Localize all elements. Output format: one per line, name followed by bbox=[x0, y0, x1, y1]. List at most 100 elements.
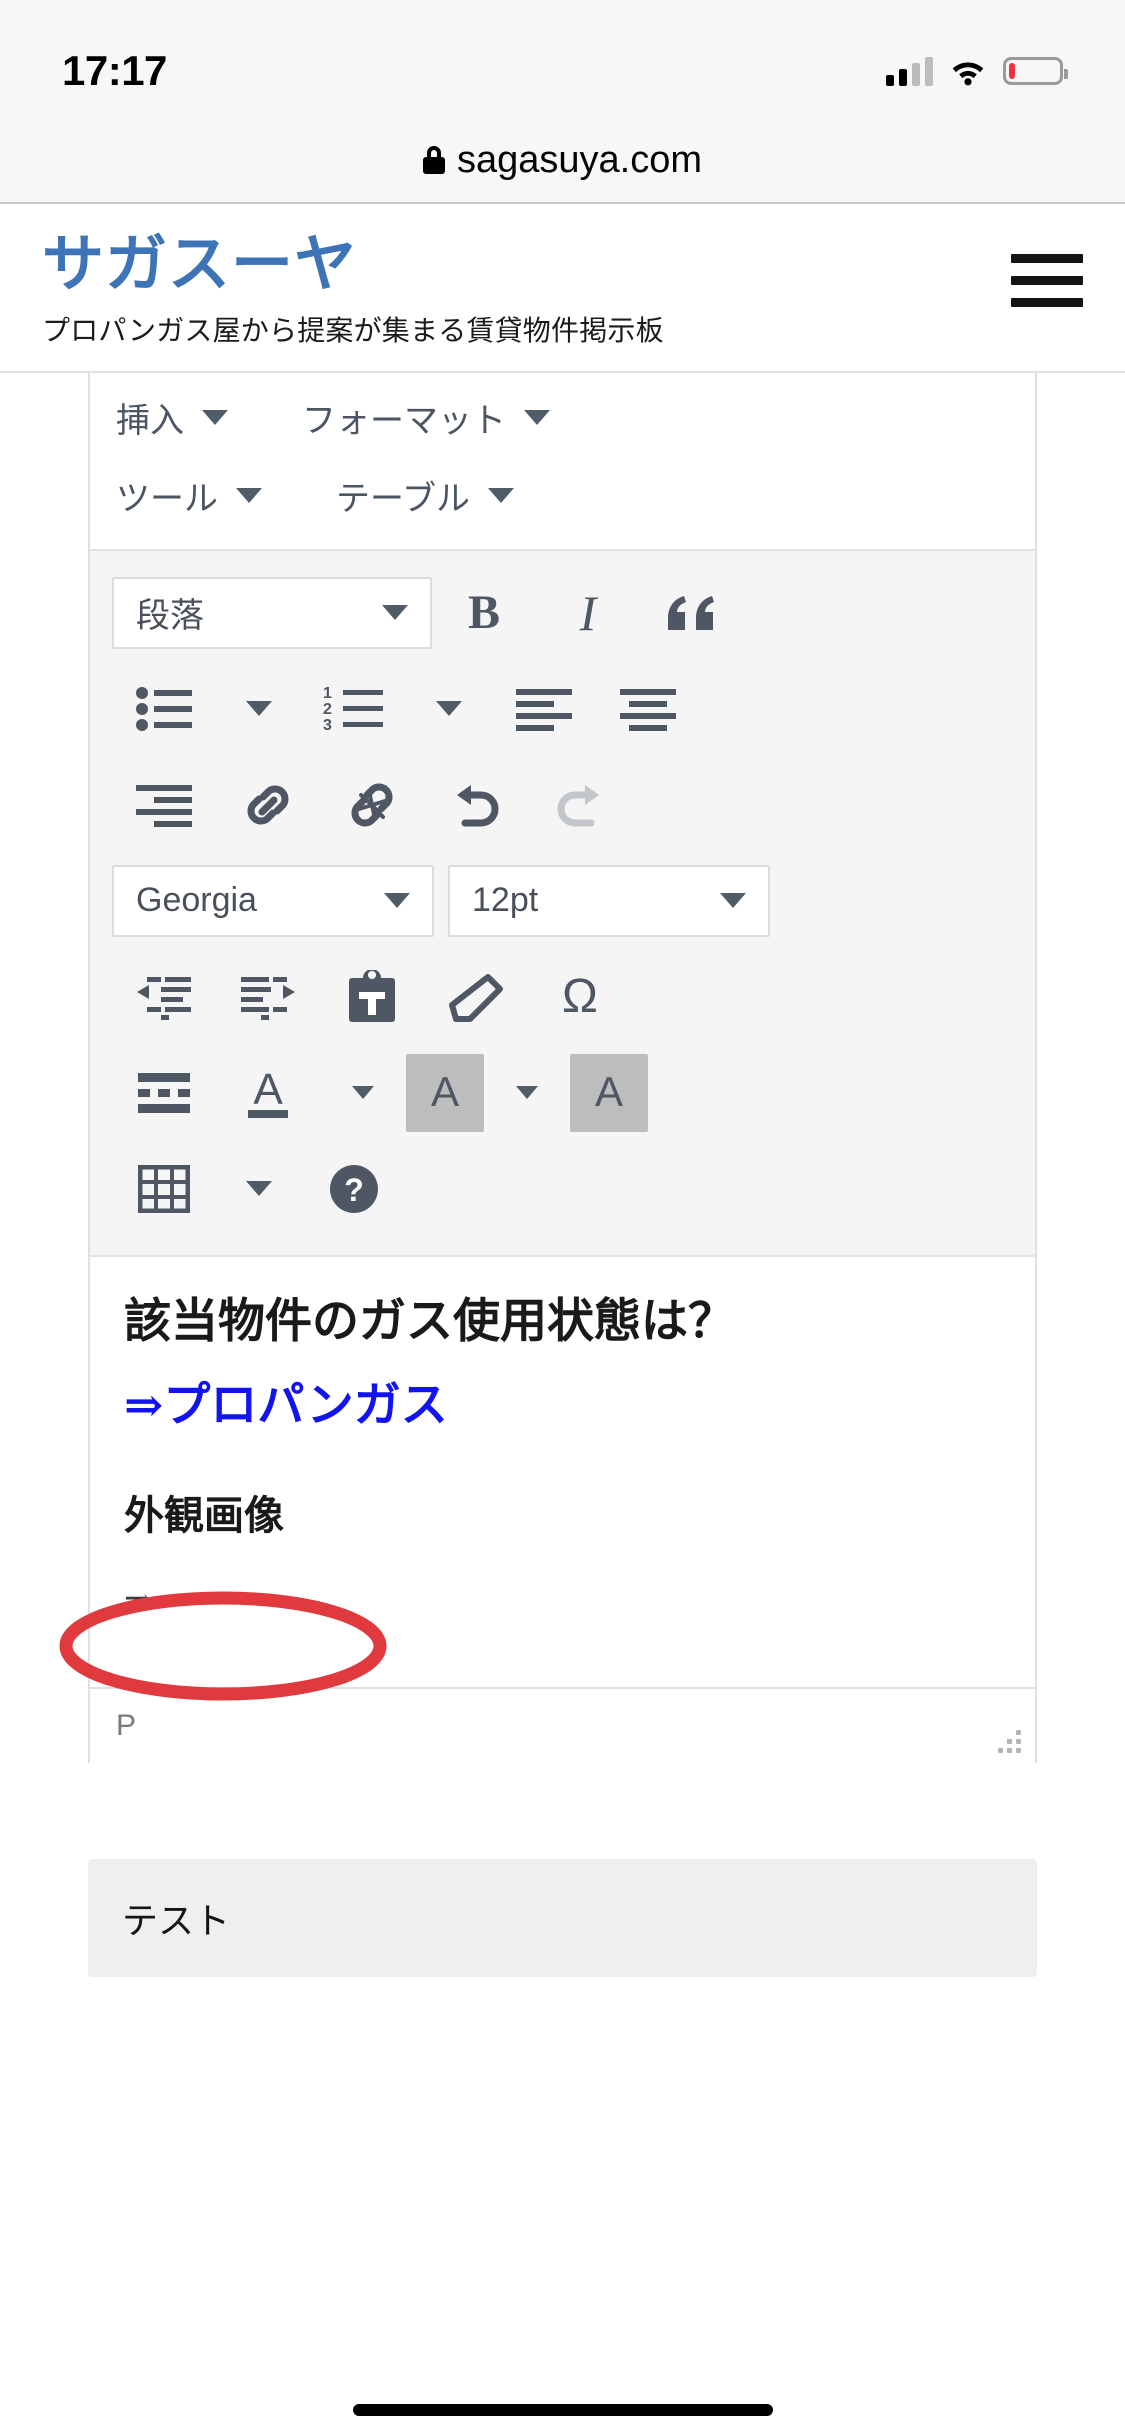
home-indicator bbox=[352, 2404, 773, 2416]
svg-text:A: A bbox=[595, 1068, 623, 1115]
bold-button[interactable]: B bbox=[432, 565, 536, 661]
svg-text:?: ? bbox=[344, 1172, 364, 1208]
background-color-button[interactable]: A bbox=[406, 1053, 484, 1132]
page-title[interactable]: サガスーヤ bbox=[42, 231, 664, 299]
toolbar-row-7: ? bbox=[90, 1141, 1035, 1237]
chevron-down-icon bbox=[202, 410, 228, 426]
chevron-down-icon bbox=[246, 701, 272, 717]
table-options-button[interactable] bbox=[216, 1141, 302, 1237]
omega-label: Ω bbox=[562, 970, 598, 1024]
chevron-down-icon bbox=[236, 488, 262, 504]
numbered-list-icon[interactable]: 1 2 3 bbox=[302, 661, 406, 757]
text-color-button[interactable]: A bbox=[216, 1045, 320, 1141]
wifi-icon bbox=[949, 56, 987, 86]
menu-insert-label: 挿入 bbox=[116, 402, 184, 441]
font-size-select[interactable]: 12pt bbox=[448, 864, 770, 937]
status-indicators bbox=[886, 56, 1068, 86]
indent-icon[interactable] bbox=[216, 949, 320, 1045]
undo-icon[interactable] bbox=[424, 757, 528, 853]
editor-toolbar: 段落 B I 1 2 3 Georgia 12pt Ω A A A ? bbox=[90, 548, 1035, 1257]
resize-grip-icon[interactable] bbox=[987, 1719, 1021, 1753]
element-path[interactable]: P bbox=[116, 1709, 136, 1743]
svg-text:2: 2 bbox=[323, 701, 332, 718]
chevron-down-icon bbox=[352, 1086, 374, 1100]
toolbar-row-4: Georgia 12pt bbox=[90, 853, 1035, 949]
toolbar-row-1: 段落 B I bbox=[90, 565, 1035, 661]
editor-statusbar: P bbox=[90, 1686, 1035, 1763]
eraser-icon[interactable] bbox=[424, 949, 528, 1045]
chevron-down-icon bbox=[516, 1086, 538, 1100]
outdent-icon[interactable] bbox=[112, 949, 216, 1045]
numbered-list-options-button[interactable] bbox=[406, 661, 492, 757]
status-time: 17:17 bbox=[62, 47, 167, 94]
menubar-row-1: 挿入 フォーマット bbox=[90, 379, 1035, 457]
editor-wrapper: 挿入 フォーマット ツール テーブル 段落 B I 1 2 3 Georgia … bbox=[0, 372, 1125, 1763]
redo-icon[interactable] bbox=[528, 757, 632, 853]
align-center-icon[interactable] bbox=[596, 661, 700, 757]
link-icon[interactable] bbox=[216, 757, 320, 853]
chevron-down-icon bbox=[382, 605, 408, 621]
hamburger-menu-icon[interactable] bbox=[1011, 232, 1083, 307]
bottom-test-block[interactable]: テスト bbox=[88, 1858, 1037, 1977]
menu-table-label: テーブル bbox=[336, 480, 470, 519]
browser-url-bar[interactable]: sagasuya.com bbox=[0, 118, 1125, 204]
chevron-down-icon bbox=[524, 410, 550, 426]
lock-icon bbox=[422, 146, 445, 174]
special-character-button[interactable]: Ω bbox=[528, 949, 632, 1045]
site-header: サガスーヤ プロパンガス屋から提案が集まる賃貸物件掲示板 bbox=[0, 204, 1125, 373]
menu-table[interactable]: テーブル bbox=[336, 471, 514, 520]
editor-menubar: 挿入 フォーマット ツール テーブル bbox=[90, 372, 1035, 549]
svg-text:A: A bbox=[431, 1068, 459, 1115]
editor-content-area[interactable]: 該当物件のガス使用状態は？ ⇒プロパンガス 外観画像 ⇒ bbox=[90, 1256, 1035, 1687]
background-color-options-button[interactable] bbox=[484, 1045, 570, 1141]
paragraph-format-value: 段落 bbox=[136, 597, 204, 636]
content-link-line[interactable]: ⇒プロパンガス bbox=[124, 1376, 1001, 1437]
svg-text:1: 1 bbox=[323, 685, 332, 702]
menu-insert[interactable]: 挿入 bbox=[116, 393, 228, 442]
toolbar-row-5: Ω bbox=[90, 949, 1035, 1045]
cellular-signal-icon bbox=[886, 56, 933, 86]
toolbar-row-2: 1 2 3 bbox=[90, 661, 1035, 757]
blockquote-button[interactable] bbox=[640, 565, 744, 661]
menu-tools-label: ツール bbox=[116, 480, 218, 519]
italic-label: I bbox=[579, 584, 597, 641]
align-left-icon[interactable] bbox=[492, 661, 596, 757]
ios-status-bar: 17:17 bbox=[0, 0, 1125, 118]
svg-text:3: 3 bbox=[323, 717, 332, 733]
battery-low-icon bbox=[1003, 57, 1068, 85]
content-heading: 該当物件のガス使用状態は？ bbox=[124, 1295, 735, 1348]
site-tagline: プロパンガス屋から提案が集まる賃貸物件掲示板 bbox=[42, 314, 664, 346]
chevron-down-icon bbox=[246, 1181, 272, 1197]
paragraph-format-select[interactable]: 段落 bbox=[112, 576, 432, 649]
paste-as-text-icon[interactable] bbox=[320, 949, 424, 1045]
menu-tools[interactable]: ツール bbox=[116, 471, 262, 520]
italic-button[interactable]: I bbox=[536, 565, 640, 661]
chevron-down-icon bbox=[436, 701, 462, 717]
brand-block[interactable]: サガスーヤ プロパンガス屋から提案が集まる賃貸物件掲示板 bbox=[42, 231, 664, 349]
menu-format-label: フォーマット bbox=[302, 402, 506, 441]
bullet-list-icon[interactable] bbox=[112, 661, 216, 757]
svg-text:A: A bbox=[253, 1065, 283, 1114]
toolbar-row-3 bbox=[90, 757, 1035, 853]
chevron-down-icon bbox=[720, 893, 746, 909]
font-family-select[interactable]: Georgia bbox=[112, 864, 434, 937]
bold-label: B bbox=[467, 586, 500, 640]
text-color-options-button[interactable] bbox=[320, 1045, 406, 1141]
menu-format[interactable]: フォーマット bbox=[302, 393, 550, 442]
menubar-row-2: ツール テーブル bbox=[90, 457, 1035, 535]
chevron-down-icon bbox=[384, 893, 410, 909]
content-arrow-line: ⇒ bbox=[124, 1583, 153, 1621]
rich-text-editor: 挿入 フォーマット ツール テーブル 段落 B I 1 2 3 Georgia … bbox=[88, 372, 1037, 1763]
unlink-icon[interactable] bbox=[320, 757, 424, 853]
font-family-value: Georgia bbox=[136, 881, 257, 920]
highlight-color-button[interactable]: A bbox=[570, 1053, 648, 1132]
horizontal-rule-icon[interactable] bbox=[112, 1045, 216, 1141]
url-text: sagasuya.com bbox=[456, 138, 702, 181]
content-subheading: 外観画像 bbox=[124, 1493, 284, 1539]
bullet-list-options-button[interactable] bbox=[216, 661, 302, 757]
help-icon[interactable]: ? bbox=[302, 1141, 406, 1237]
chevron-down-icon bbox=[487, 488, 514, 504]
align-right-icon[interactable] bbox=[112, 757, 216, 853]
table-icon[interactable] bbox=[112, 1141, 216, 1237]
toolbar-row-6: A A A bbox=[90, 1045, 1035, 1141]
